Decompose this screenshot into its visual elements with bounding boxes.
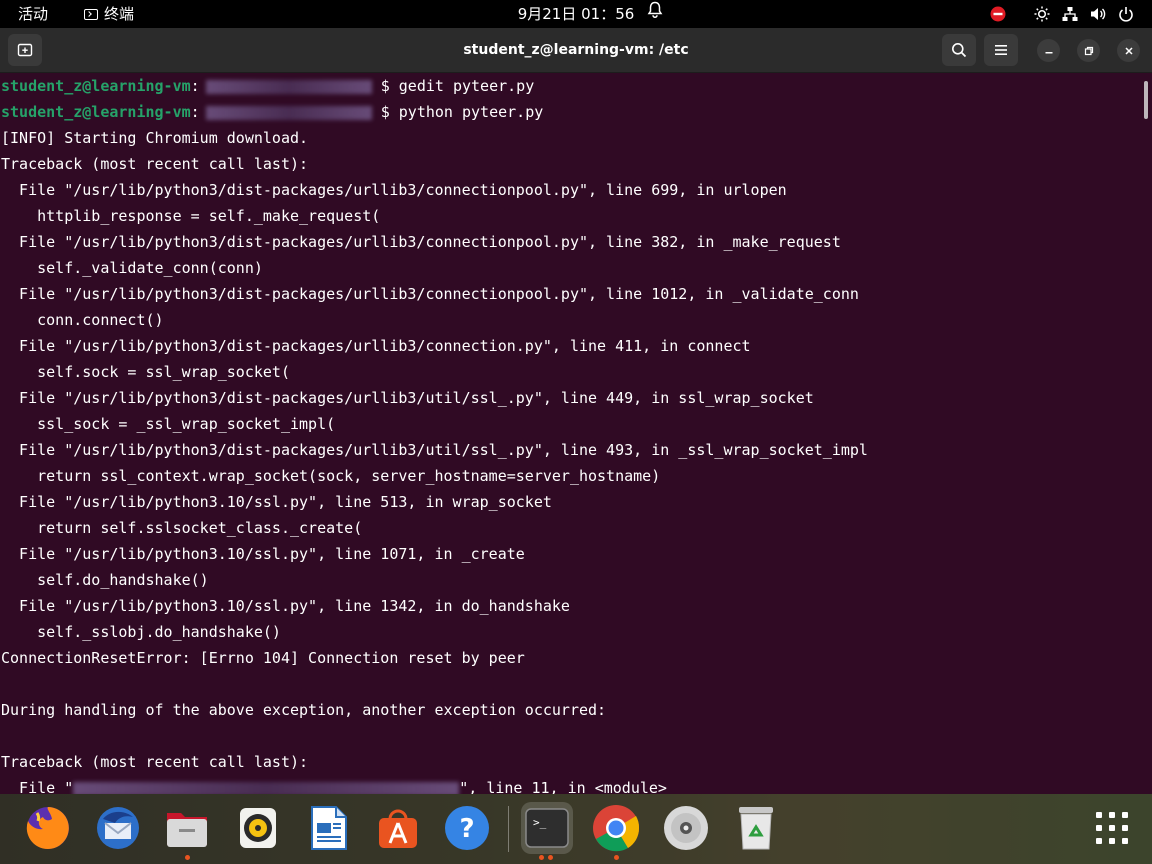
network-icon[interactable] [1062,6,1078,22]
hamburger-menu-icon [995,45,1007,55]
prompt-separator: : [190,77,200,95]
app-name-label: 终端 [104,5,135,23]
minimize-button[interactable] [1037,39,1060,62]
top-bar: 活动 终端 9月21日 01：56 [0,0,1152,28]
output-line-last: File " ", line 11, in <module> [0,775,1140,794]
window-title: student_z@learning-vm: /etc [463,42,689,58]
dock-separator [508,806,509,852]
dvd-icon[interactable] [660,802,712,854]
redacted-file-path [73,781,460,794]
scrollbar-thumb[interactable] [1144,81,1148,119]
terminal-scrollbar[interactable] [1140,73,1152,794]
terminal-app-icon [84,8,98,20]
chrome-icon[interactable] [590,802,642,854]
close-button[interactable] [1117,39,1140,62]
running-indicator [539,855,544,860]
svg-text:?: ? [459,814,474,844]
output-line: File "/usr/lib/python3/dist-packages/url… [1,181,787,199]
running-indicator [185,855,190,860]
minimize-icon [1045,51,1052,53]
command-text: $ gedit pyteer.py [380,77,535,95]
output-line: httplib_response = self._make_request( [1,207,381,225]
maximize-button[interactable] [1077,39,1100,62]
clock-container: 9月21日 01：56 [0,0,1152,28]
notification-bell-icon[interactable] [647,0,663,28]
output-line: File "/usr/lib/python3/dist-packages/url… [1,441,868,459]
show-apps-icon[interactable] [1086,802,1138,854]
terminal-icon[interactable]: >_ [521,802,573,854]
file-suffix: ", line 11, in <module> [459,779,667,794]
prompt-user-host: student_z@learning-vm [1,77,191,95]
output-line: File "/usr/lib/python3/dist-packages/url… [1,285,859,303]
clock-button[interactable]: 9月21日 01：56 [518,5,635,23]
output-line: return ssl_context.wrap_socket(sock, ser… [1,467,661,485]
redacted-path [205,79,372,94]
output-line: ConnectionResetError: [Errno 104] Connec… [1,649,525,667]
prompt-separator: : [190,103,200,121]
output-line: self.sock = ssl_wrap_socket( [1,363,290,381]
running-indicator [548,855,553,860]
prompt-line-2: student_z@learning-vm: $ python pyteer.p… [0,99,1140,125]
power-icon[interactable] [1118,6,1134,22]
search-icon [952,43,967,58]
output-line: ssl_sock = _ssl_wrap_socket_impl( [1,415,336,433]
ubuntu-software-icon[interactable] [372,802,424,854]
terminal-output[interactable]: student_z@learning-vm: $ gedit pyteer.py… [0,73,1140,794]
output-line: conn.connect() [1,311,164,329]
output-line: File "/usr/lib/python3/dist-packages/url… [1,389,814,407]
output-line: self._sslobj.do_handshake() [1,623,281,641]
new-tab-button[interactable] [8,34,42,66]
running-indicator [614,855,619,860]
close-icon [1124,46,1133,55]
search-button[interactable] [942,34,976,66]
output-line: File "/usr/lib/python3.10/ssl.py", line … [1,545,525,563]
help-icon[interactable]: ? [441,802,493,854]
output-line: File "/usr/lib/python3.10/ssl.py", line … [1,597,570,615]
new-tab-icon [17,43,33,57]
output-line: Traceback (most recent call last): [1,155,309,173]
firefox-icon[interactable] [22,802,74,854]
thunderbird-icon[interactable] [92,802,144,854]
dock: ? >_ [0,794,1152,864]
prompt-line-1: student_z@learning-vm: $ gedit pyteer.py [0,73,1140,99]
trash-icon[interactable] [730,802,782,854]
traceback-output: [INFO] Starting Chromium download. Traceb… [0,125,1140,775]
command-text: $ python pyteer.py [380,103,544,121]
brightness-icon[interactable] [1034,6,1050,22]
do-not-disturb-icon[interactable] [990,6,1006,22]
libreoffice-writer-icon[interactable] [302,802,354,854]
activities-button[interactable]: 活动 [18,0,48,28]
output-line: self._validate_conn(conn) [1,259,263,277]
volume-icon[interactable] [1090,6,1106,22]
output-line: [INFO] Starting Chromium download. [1,129,309,147]
activities-label: 活动 [18,5,49,23]
output-line: Traceback (most recent call last): [1,753,309,771]
output-line: File "/usr/lib/python3.10/ssl.py", line … [1,493,552,511]
rhythmbox-icon[interactable] [232,802,284,854]
app-menu-button[interactable]: 终端 [84,0,134,28]
file-prefix: File " [1,779,74,794]
menu-button[interactable] [984,34,1018,66]
output-line: File "/usr/lib/python3/dist-packages/url… [1,337,751,355]
redacted-path [205,105,372,120]
files-icon[interactable] [161,802,213,854]
output-line: During handling of the above exception, … [1,701,607,719]
output-line: return self.sslsocket_class._create( [1,519,363,537]
restore-icon [1084,46,1093,55]
svg-text:>_: >_ [533,816,547,829]
output-line: self.do_handshake() [1,571,209,589]
prompt-user-host: student_z@learning-vm [1,103,191,121]
output-line: File "/usr/lib/python3/dist-packages/url… [1,233,841,251]
terminal-header-bar: student_z@learning-vm: /etc [0,28,1152,73]
